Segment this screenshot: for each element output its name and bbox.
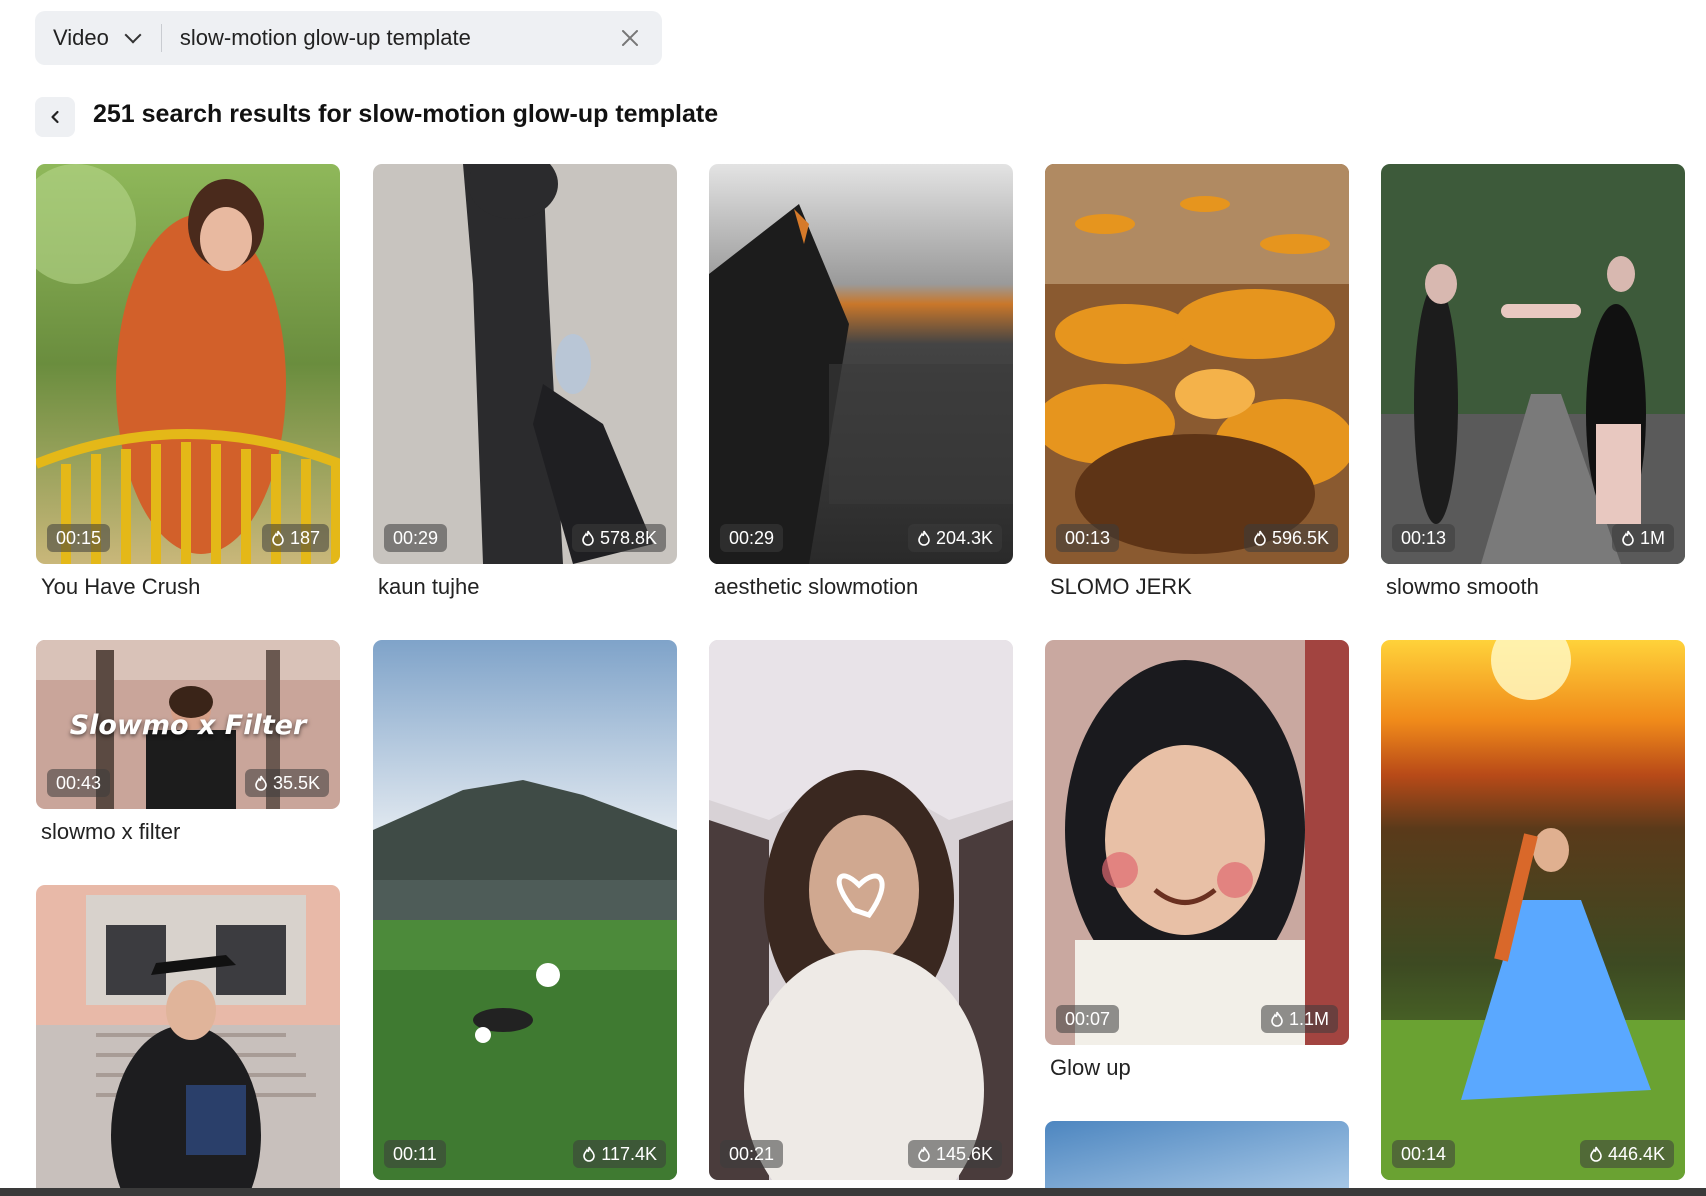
views-count: 596.5K	[1271, 528, 1329, 548]
views-count: 35.5K	[272, 773, 320, 793]
search-input[interactable]	[161, 11, 608, 65]
duration-badge: 00:15	[47, 524, 111, 552]
views-badge: 1.1M	[1260, 1005, 1338, 1033]
video-card[interactable]: 00:29 578.8K kaun tujhe	[373, 164, 677, 600]
thumbnail-image	[1045, 640, 1349, 1045]
video-card[interactable]: 00:13 596.5K SLOMO JERK	[1045, 164, 1349, 600]
fire-icon	[1622, 530, 1634, 546]
thumbnail-image	[36, 164, 340, 564]
video-card[interactable]: 00:13 1M slowmo smooth	[1381, 164, 1685, 600]
thumbnail-image	[373, 640, 677, 1180]
fire-icon	[918, 1146, 930, 1162]
fire-icon	[1271, 1011, 1283, 1027]
thumbnail-image	[709, 640, 1013, 1180]
fire-icon	[255, 775, 267, 791]
views-badge: 446.4K	[1579, 1140, 1674, 1168]
video-thumbnail[interactable]	[1045, 1121, 1349, 1188]
views-badge: 117.4K	[573, 1140, 666, 1168]
views-badge: 1M	[1611, 524, 1674, 552]
thumbnail-overlay-text: Slowmo x Filter	[69, 710, 307, 741]
thumbnail-image	[1045, 164, 1349, 564]
close-icon	[622, 30, 638, 46]
back-button[interactable]	[35, 97, 75, 137]
views-badge: 145.6K	[907, 1140, 1002, 1168]
views-count: 145.6K	[935, 1144, 993, 1164]
video-thumbnail[interactable]: 00:29 204.3K	[709, 164, 1013, 564]
video-thumbnail[interactable]: 00:07 1.1M	[1045, 640, 1349, 1045]
thumbnail-image	[1381, 640, 1685, 1180]
video-card[interactable]: 00:21 145.6K	[709, 640, 1013, 1180]
video-thumbnail[interactable]	[36, 885, 340, 1188]
video-title[interactable]: aesthetic slowmotion	[709, 574, 1013, 600]
views-badge: 596.5K	[1243, 524, 1338, 552]
thumbnail-image	[1045, 1121, 1349, 1188]
video-card[interactable]: 00:07 1.1M Glow up	[1045, 640, 1349, 1081]
video-card[interactable]: 00:14 446.4K	[1381, 640, 1685, 1180]
video-title[interactable]: slowmo x filter	[36, 819, 340, 845]
duration-badge: 00:29	[384, 524, 448, 552]
duration-badge: 00:13	[1056, 524, 1120, 552]
fire-icon	[272, 530, 284, 546]
views-count: 187	[289, 528, 320, 548]
duration-badge: 00:07	[1056, 1005, 1120, 1033]
video-thumbnail[interactable]: Slowmo x Filter 00:43 35.5K	[36, 640, 340, 809]
views-badge: 204.3K	[907, 524, 1002, 552]
video-card[interactable]	[36, 885, 340, 1188]
search-bar: Video	[35, 11, 662, 65]
duration-badge: 00:21	[720, 1140, 784, 1168]
fire-icon	[1254, 530, 1266, 546]
video-card[interactable]	[1045, 1121, 1349, 1188]
video-thumbnail[interactable]: 00:21 145.6K	[709, 640, 1013, 1180]
back-arrow-icon	[51, 110, 59, 124]
video-thumbnail[interactable]: 00:11 117.4K	[373, 640, 677, 1180]
duration-badge: 00:11	[384, 1140, 446, 1168]
thumbnail-image	[36, 885, 340, 1188]
video-thumbnail[interactable]: 00:14 446.4K	[1381, 640, 1685, 1180]
thumbnail-image	[709, 164, 1013, 564]
duration-badge: 00:29	[720, 524, 784, 552]
video-card[interactable]: Slowmo x Filter 00:43 35.5K slowmo x fil…	[36, 640, 340, 845]
results-title: 251 search results for slow-motion glow-…	[93, 100, 719, 128]
video-title[interactable]: SLOMO JERK	[1045, 574, 1349, 600]
video-thumbnail[interactable]: 00:13 596.5K	[1045, 164, 1349, 564]
views-count: 1M	[1639, 528, 1665, 548]
thumbnail-image	[1381, 164, 1685, 564]
views-badge: 578.8K	[571, 524, 666, 552]
fire-icon	[918, 530, 930, 546]
duration-badge: 00:13	[1392, 524, 1456, 552]
views-count: 446.4K	[1607, 1144, 1665, 1164]
video-title[interactable]: kaun tujhe	[373, 574, 677, 600]
video-thumbnail[interactable]: 00:13 1M	[1381, 164, 1685, 564]
video-card[interactable]: 00:11 117.4K	[373, 640, 677, 1180]
bottom-scroll-edge	[0, 1188, 1706, 1196]
content-type-dropdown[interactable]: Video	[35, 11, 157, 65]
views-count: 204.3K	[935, 528, 993, 548]
views-count: 1.1M	[1288, 1009, 1329, 1029]
duration-badge: 00:43	[47, 769, 111, 797]
video-thumbnail[interactable]: 00:15 187	[36, 164, 340, 564]
clear-search-button[interactable]	[608, 16, 652, 60]
fire-icon	[583, 1146, 596, 1162]
chevron-down-icon	[124, 26, 142, 44]
views-badge: 187	[261, 524, 329, 552]
fire-icon	[582, 530, 594, 546]
content-type-label: Video	[53, 25, 109, 50]
video-title[interactable]: slowmo smooth	[1381, 574, 1685, 600]
views-badge: 35.5K	[244, 769, 329, 797]
thumbnail-image	[373, 164, 677, 564]
duration-badge: 00:14	[1392, 1140, 1456, 1168]
video-thumbnail[interactable]: 00:29 578.8K	[373, 164, 677, 564]
video-card[interactable]: 00:29 204.3K aesthetic slowmotion	[709, 164, 1013, 600]
video-title[interactable]: Glow up	[1045, 1055, 1349, 1081]
views-count: 117.4K	[601, 1144, 657, 1164]
video-title[interactable]: You Have Crush	[36, 574, 340, 600]
views-count: 578.8K	[599, 528, 657, 548]
video-card[interactable]: 00:15 187 You Have Crush	[36, 164, 340, 600]
fire-icon	[1590, 1146, 1602, 1162]
